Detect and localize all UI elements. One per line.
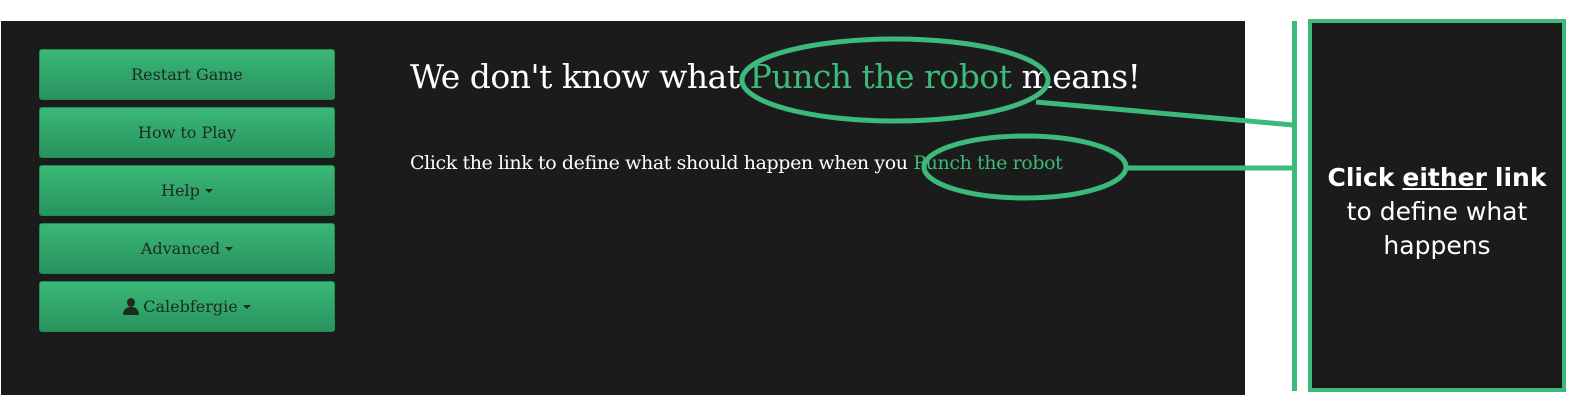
instruction-text: Click the link to define what should hap… xyxy=(410,152,1063,174)
heading-prefix: We don't know what xyxy=(410,57,750,96)
callout-link: link xyxy=(1494,162,1547,192)
username-label: Calebfergie xyxy=(143,297,238,316)
user-dropdown-button[interactable]: Calebfergie xyxy=(39,281,335,332)
sidebar: Restart Game How to Play Help Advanced C… xyxy=(39,49,335,339)
how-to-play-button[interactable]: How to Play xyxy=(39,107,335,158)
callout-bar xyxy=(1292,21,1297,391)
restart-game-button[interactable]: Restart Game xyxy=(39,49,335,100)
restart-game-label: Restart Game xyxy=(131,65,243,84)
help-dropdown-button[interactable]: Help xyxy=(39,165,335,216)
callout-click: Click xyxy=(1327,162,1395,192)
how-to-play-label: How to Play xyxy=(138,123,236,142)
advanced-label: Advanced xyxy=(140,239,221,258)
page-heading: We don't know what Punch the robot means… xyxy=(410,57,1141,96)
callout-either: either xyxy=(1402,162,1487,192)
help-label: Help xyxy=(161,181,200,200)
instruction-action-link[interactable]: Punch the robot xyxy=(913,152,1062,174)
heading-action-link[interactable]: Punch the robot xyxy=(750,57,1012,96)
caret-down-icon xyxy=(225,246,234,251)
caret-down-icon xyxy=(242,304,251,309)
advanced-dropdown-button[interactable]: Advanced xyxy=(39,223,335,274)
instruction-prefix: Click the link to define what should hap… xyxy=(410,152,914,174)
user-icon xyxy=(123,298,140,315)
heading-suffix: means! xyxy=(1011,57,1141,96)
callout-rest: to define what happens xyxy=(1346,196,1528,260)
callout-box: Click either link to define what happens xyxy=(1308,19,1566,392)
caret-down-icon xyxy=(204,188,213,193)
callout-text: Click either link to define what happens xyxy=(1328,149,1547,263)
